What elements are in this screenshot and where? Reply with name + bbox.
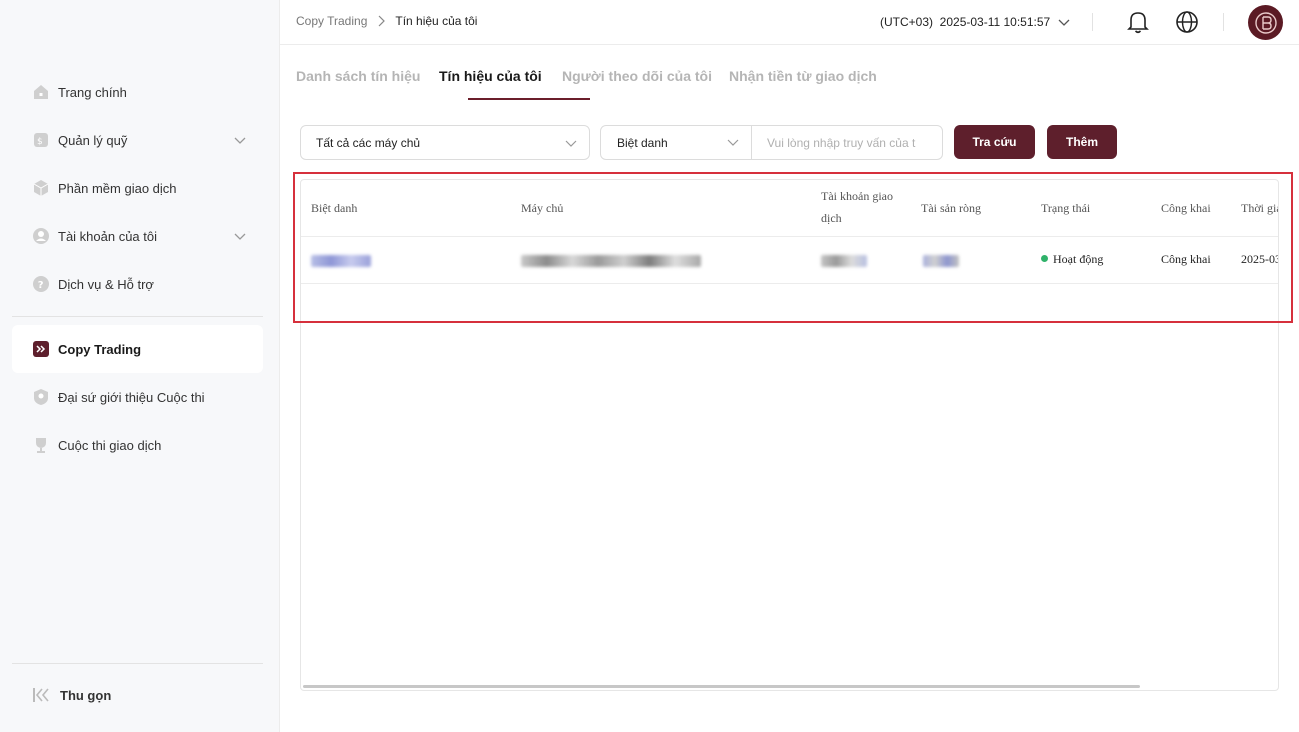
collapse-icon [33,688,49,702]
sidebar-item-copy-trading[interactable]: Copy Trading [12,325,263,373]
status-label: Hoạt động [1053,252,1104,266]
brand-logo-icon [1254,11,1277,34]
redacted-trading-account [821,255,867,267]
timezone-selector[interactable]: (UTC+03) 2025-03-11 10:51:57 [880,15,1070,29]
box-icon [32,179,50,197]
sidebar: Trang chính $ Quản lý quỹ Phần mềm giao … [0,0,280,732]
sidebar-item-label: Đại sứ giới thiệu Cuộc thi [58,389,205,405]
collapse-label: Thu gọn [60,687,112,703]
sidebar-item-label: Cuộc thi giao dịch [58,437,162,453]
active-tab-indicator [468,98,590,100]
add-button[interactable]: Thêm [1047,125,1117,159]
sidebar-item-label: Tài khoản của tôi [58,228,158,244]
sidebar-divider [12,316,263,317]
sidebar-item-home[interactable]: Trang chính [12,68,263,116]
chevron-down-icon [234,137,246,144]
collapse-button[interactable]: Thu gọn [32,686,111,704]
home-icon [32,83,50,101]
column-header-public: Công khai [1161,201,1211,215]
header-divider [1223,13,1224,31]
breadcrumb-copy-trading[interactable]: Copy Trading [296,14,367,28]
column-header-server: Máy chủ [521,201,564,215]
tab-my-signals[interactable]: Tín hiệu của tôi [439,68,542,84]
svg-text:?: ? [38,280,44,291]
chevron-down-icon [1058,19,1070,26]
chevron-right-icon [378,15,386,27]
chevron-down-icon [234,233,246,240]
notification-button[interactable] [1126,10,1150,34]
table-header: Biệt danh Máy chủ Tài khoản giao dịch Tà… [301,180,1279,237]
sidebar-item-trading-contest[interactable]: Cuộc thi giao dịch [12,421,263,469]
globe-icon [1176,11,1198,33]
signals-table: Biệt danh Máy chủ Tài khoản giao dịch Tà… [300,179,1279,691]
sidebar-divider [12,663,263,664]
timezone-time: (UTC+03) 2025-03-11 10:51:57 [880,15,1051,29]
redacted-nickname [311,255,371,267]
chevron-down-icon [565,140,577,147]
header-divider [1092,13,1093,31]
svg-text:$: $ [37,137,43,147]
sidebar-item-label: Quản lý quỹ [58,132,128,148]
sidebar-item-label: Phần mềm giao dịch [58,180,177,196]
avatar[interactable] [1248,5,1283,40]
bell-icon [1127,12,1149,34]
sidebar-item-label: Dịch vụ & Hỗ trợ [58,276,154,292]
sidebar-item-service-support[interactable]: ? Dịch vụ & Hỗ trợ [12,260,263,308]
status-active-indicator [1041,255,1048,262]
copy-trading-icon [32,340,50,358]
tab-my-followers[interactable]: Người theo dõi của tôi [562,68,712,84]
status-cell: Hoạt động [1041,252,1103,267]
column-header-trading-account: Tài khoản giao dịch [821,189,893,225]
sidebar-item-label: Trang chính [58,84,127,100]
fund-icon: $ [32,131,50,149]
breadcrumb-current: Tín hiệu của tôi [395,14,478,28]
sidebar-item-fund-management[interactable]: $ Quản lý quỹ [12,116,263,164]
column-header-net-assets: Tài sản ròng [921,201,981,215]
redacted-net-assets [923,255,959,267]
field-select-value: Biệt danh [617,135,668,150]
time-cell: 2025-03 [1241,252,1279,266]
column-header-time: Thời gia [1241,201,1279,215]
language-button[interactable] [1175,10,1199,34]
redacted-server [521,255,701,267]
search-input[interactable] [753,126,941,159]
sidebar-item-label: Copy Trading [58,341,142,357]
horizontal-scrollbar[interactable] [303,685,1140,688]
help-icon: ? [32,275,50,293]
tab-trading-earnings[interactable]: Nhận tiền từ giao dịch [729,68,877,84]
trophy-icon [32,436,50,454]
chevron-down-icon [727,139,739,146]
server-select[interactable]: Tất cả các máy chủ [300,125,590,160]
table-row[interactable]: Hoạt động Công khai 2025-03 [301,237,1279,284]
sidebar-item-my-account[interactable]: Tài khoản của tôi [12,212,263,260]
column-header-status: Trạng thái [1041,201,1091,215]
column-header-nickname: Biệt danh [311,201,358,215]
tab-signal-list[interactable]: Danh sách tín hiệu [296,68,420,84]
sidebar-item-trading-software[interactable]: Phần mềm giao dịch [12,164,263,212]
search-combo: Biệt danh [600,125,943,160]
ambassador-icon [32,388,50,406]
field-select[interactable]: Biệt danh [601,126,752,159]
user-icon [32,227,50,245]
sidebar-item-ambassador[interactable]: Đại sứ giới thiệu Cuộc thi [12,373,263,421]
breadcrumb: Copy Trading Tín hiệu của tôi [296,14,477,28]
search-button[interactable]: Tra cứu [954,125,1035,159]
top-header: Copy Trading Tín hiệu của tôi (UTC+03) 2… [280,0,1299,45]
public-cell: Công khai [1161,252,1211,266]
server-select-value: Tất cả các máy chủ [316,135,421,150]
